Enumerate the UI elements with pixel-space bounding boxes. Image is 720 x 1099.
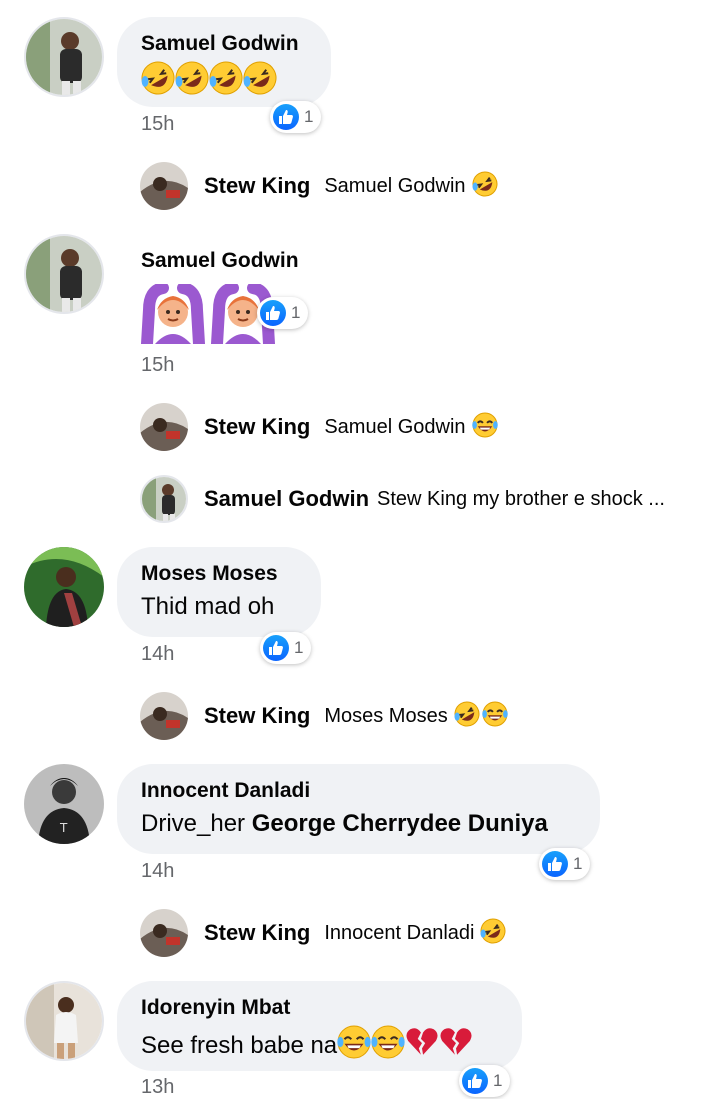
avatar[interactable]	[140, 162, 188, 210]
reply-row: Stew King Innocent Danladi	[204, 918, 506, 949]
reply-author[interactable]: Stew King	[204, 703, 310, 729]
comment-bubble[interactable]: Innocent Danladi Drive_her George Cherry…	[117, 764, 600, 854]
comment-time[interactable]: 15h	[141, 113, 174, 136]
like-icon	[260, 300, 286, 326]
comment-text-plain: Drive_her	[141, 810, 246, 837]
avatar[interactable]	[140, 475, 188, 523]
comment-bubble[interactable]: Moses Moses Thid mad oh	[117, 547, 321, 637]
reaction-count: 1	[291, 303, 301, 322]
comment-time[interactable]: 14h	[141, 643, 174, 666]
reaction-count: 1	[493, 1071, 503, 1090]
reply-author[interactable]: Stew King	[204, 173, 310, 199]
reply-row: Samuel Godwin Stew King my brother e sho…	[204, 485, 665, 513]
joy-emoji-icon	[337, 1025, 371, 1068]
comment-time[interactable]: 15h	[141, 354, 174, 377]
reaction-badge[interactable]: 1	[257, 297, 309, 329]
reaction-count: 1	[573, 854, 583, 873]
like-icon	[462, 1068, 488, 1094]
avatar[interactable]	[24, 547, 104, 627]
rofl-emoji-icon	[472, 171, 498, 202]
comment-time[interactable]: 14h	[141, 860, 174, 883]
joy-emoji-icon	[481, 701, 508, 732]
reply-author[interactable]: Samuel Godwin	[204, 486, 369, 512]
like-icon	[273, 104, 299, 130]
comment-bubble[interactable]: Idorenyin Mbat See fresh babe na	[117, 981, 522, 1071]
joy-emoji-icon	[471, 412, 498, 443]
rofl-emoji-icon	[480, 918, 506, 949]
avatar[interactable]	[140, 692, 188, 740]
reaction-badge[interactable]: 1	[260, 632, 312, 664]
avatar[interactable]	[24, 981, 104, 1061]
rofl-emoji-icon	[243, 61, 277, 100]
reply-row: Stew King Moses Moses	[204, 701, 508, 732]
mention-link[interactable]: George Cherrydee Duniya	[252, 810, 548, 837]
woman-gesturing-ok-emoji-icon	[141, 282, 205, 350]
broken-heart-emoji-icon	[439, 1025, 473, 1068]
comment-text-plain: See fresh babe na	[141, 1031, 338, 1059]
svg-text:T: T	[59, 821, 68, 835]
reaction-count: 1	[304, 107, 314, 126]
reply-text: Moses Moses	[324, 704, 448, 727]
reaction-count: 1	[294, 638, 304, 657]
reaction-badge[interactable]: 1	[459, 1065, 511, 1097]
avatar[interactable]	[140, 403, 188, 451]
rofl-emoji-icon	[454, 701, 480, 732]
comment-text: Thid mad oh	[141, 593, 275, 620]
reply-text: Samuel Godwin	[324, 415, 466, 438]
broken-heart-emoji-icon	[405, 1025, 439, 1068]
comment-bubble[interactable]: Samuel Godwin	[117, 17, 331, 107]
rofl-emoji-icon	[209, 61, 243, 100]
like-icon	[542, 851, 568, 877]
comment-time[interactable]: 13h	[141, 1076, 174, 1099]
reaction-badge[interactable]: 1	[539, 848, 591, 880]
reply-text: Innocent Danladi	[324, 921, 475, 944]
avatar[interactable]	[24, 234, 104, 314]
comment-text: Drive_her George Cherrydee Duniya	[141, 808, 576, 840]
reply-text: Samuel Godwin	[324, 174, 466, 197]
like-icon	[263, 635, 289, 661]
reply-author[interactable]: Stew King	[204, 414, 310, 440]
reply-row: Stew King Samuel Godwin	[204, 171, 498, 202]
avatar[interactable]	[140, 909, 188, 957]
avatar[interactable]: T	[24, 764, 104, 844]
rofl-emoji-icon	[141, 61, 175, 100]
reply-text: Stew King my brother e shock ...	[377, 487, 665, 510]
comment-text: See fresh babe na	[141, 1025, 498, 1068]
reaction-badge[interactable]: 1	[270, 101, 322, 133]
comment-author[interactable]: Innocent Danladi	[141, 778, 576, 804]
comment-author[interactable]: Samuel Godwin	[141, 248, 299, 274]
avatar[interactable]	[24, 17, 104, 97]
comment-author[interactable]: Idorenyin Mbat	[141, 995, 498, 1021]
emoji-row	[141, 61, 307, 100]
comment-author[interactable]: Moses Moses	[141, 561, 297, 587]
rofl-emoji-icon	[175, 61, 209, 100]
comment-author[interactable]: Samuel Godwin	[141, 31, 307, 57]
reply-author[interactable]: Stew King	[204, 920, 310, 946]
joy-emoji-icon	[371, 1025, 405, 1068]
reply-row: Stew King Samuel Godwin	[204, 412, 498, 443]
